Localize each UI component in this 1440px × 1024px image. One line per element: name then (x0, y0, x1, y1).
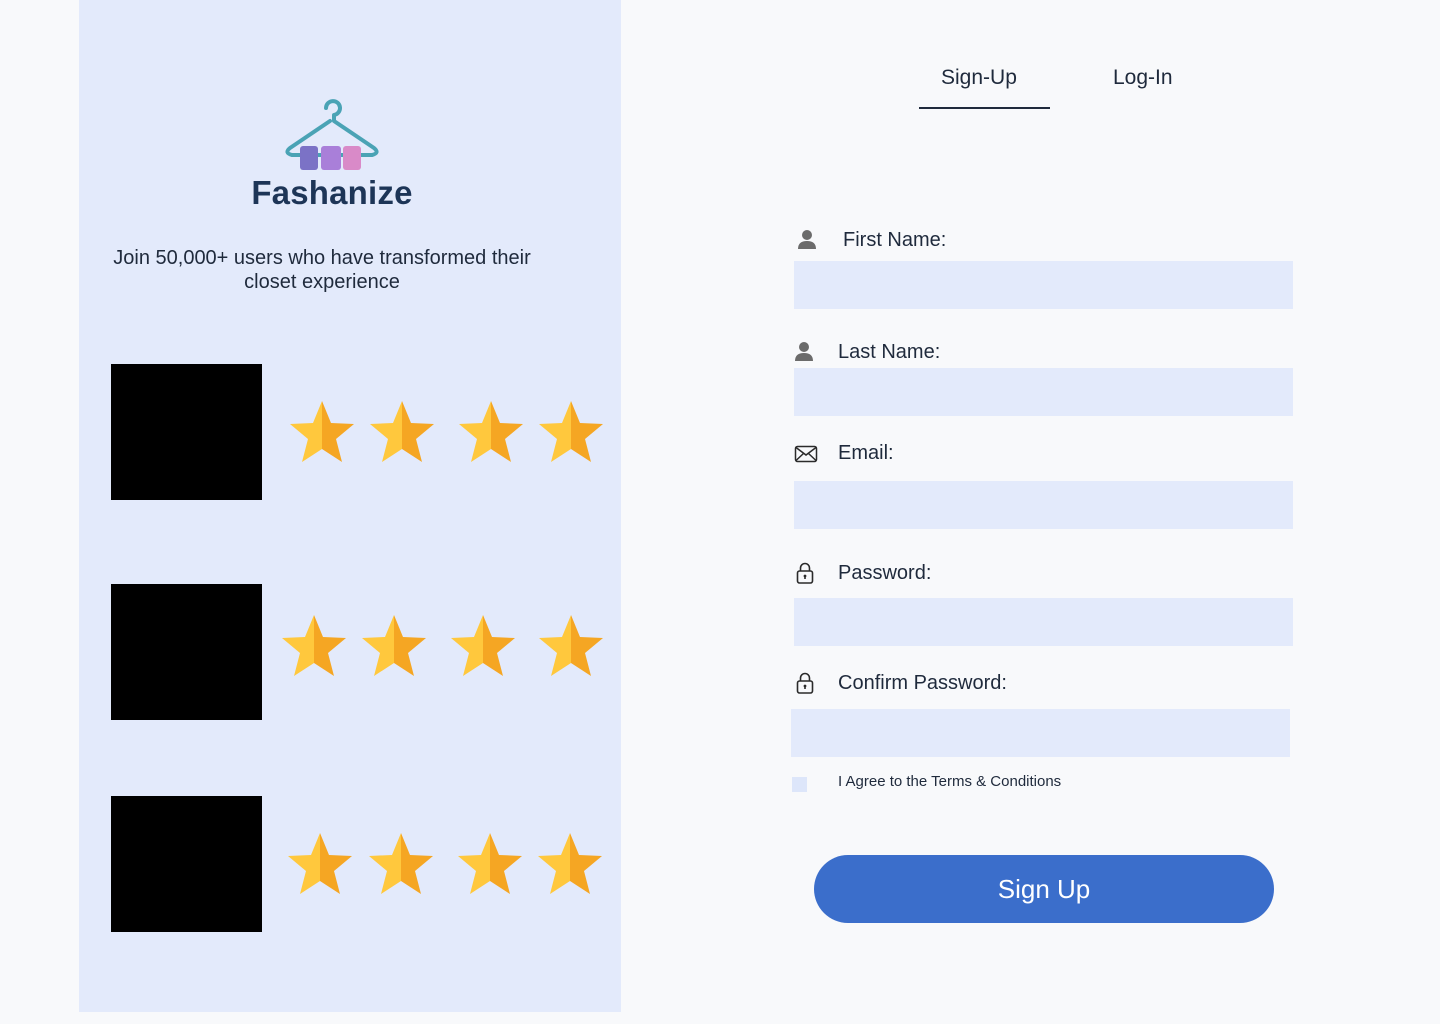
lock-icon (796, 562, 814, 584)
envelope-icon (794, 445, 818, 463)
testimonial-panel: Fashanize Join 50,000+ users who have tr… (79, 0, 621, 1012)
tab-sign-up[interactable]: Sign-Up (941, 66, 1017, 90)
first-name-input[interactable] (794, 261, 1293, 309)
star-icon (290, 401, 354, 462)
signup-panel: Sign-Up Log-In First Name: Last Name: Em… (621, 0, 1440, 1024)
brand-name: Fashanize (251, 174, 413, 211)
tab-log-in[interactable]: Log-In (1113, 66, 1173, 90)
password-label: Password: (838, 562, 932, 584)
last-name-label: Last Name: (838, 341, 941, 363)
star-icon (459, 401, 523, 462)
star-icon (451, 615, 515, 676)
reviewer-photo (111, 584, 262, 720)
confirm-password-label: Confirm Password: (838, 672, 1007, 694)
active-tab-indicator (919, 107, 1050, 109)
star-icon (369, 833, 433, 894)
star-icon (538, 833, 602, 894)
hanger-icon (285, 99, 379, 170)
star-icon (539, 401, 603, 462)
sign-up-button[interactable]: Sign Up (814, 855, 1274, 923)
last-name-input[interactable] (794, 368, 1293, 416)
confirm-password-input[interactable] (791, 709, 1290, 757)
star-icon (282, 615, 346, 676)
reviewer-photo (111, 364, 262, 500)
password-input[interactable] (794, 598, 1293, 646)
star-icon (288, 833, 352, 894)
email-input[interactable] (794, 481, 1293, 529)
email-label: Email: (838, 442, 894, 464)
star-icon (370, 401, 434, 462)
lock-icon (796, 672, 814, 694)
star-icon (362, 615, 426, 676)
terms-checkbox[interactable] (792, 777, 807, 792)
brand-logo: Fashanize (249, 94, 415, 212)
review-row (111, 796, 611, 932)
user-icon (795, 342, 813, 361)
reviewer-photo (111, 796, 262, 932)
user-icon (798, 230, 816, 249)
first-name-label: First Name: (843, 229, 947, 251)
review-row (111, 364, 611, 500)
terms-label: I Agree to the Terms & Conditions (838, 773, 1062, 790)
review-row (111, 584, 611, 720)
star-icon (458, 833, 522, 894)
star-icon (539, 615, 603, 676)
tagline: Join 50,000+ users who have transformed … (113, 247, 531, 293)
